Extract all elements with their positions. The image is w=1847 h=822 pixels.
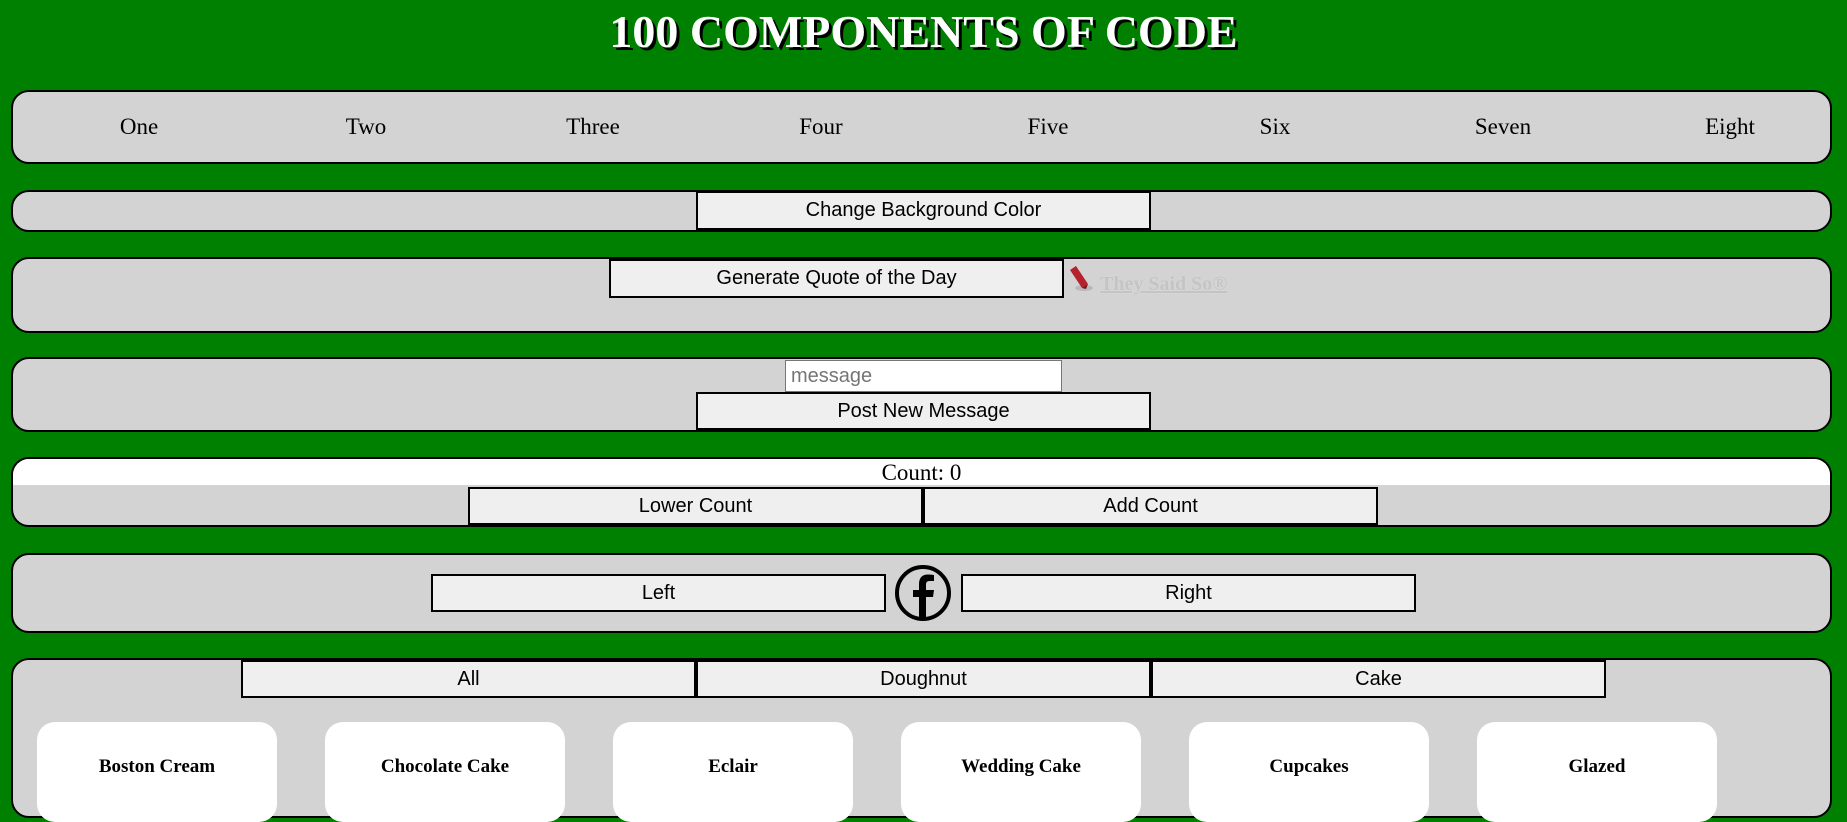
product-card: Boston Cream	[37, 722, 277, 822]
nav-item-one[interactable]: One	[49, 92, 229, 162]
lower-count-button[interactable]: Lower Count	[468, 487, 923, 525]
right-button[interactable]: Right	[961, 574, 1416, 612]
message-input[interactable]	[785, 360, 1062, 392]
product-card-title: Cupcakes	[1269, 756, 1349, 777]
filter-doughnut-button[interactable]: Doughnut	[696, 660, 1151, 698]
count-display: Count: 0	[13, 459, 1830, 485]
page-title: 100 COMPONENTS OF CODE	[609, 6, 1238, 57]
they-said-so-link[interactable]: They Said So®	[1100, 273, 1227, 296]
product-card: Glazed	[1477, 722, 1717, 822]
post-message-button[interactable]: Post New Message	[696, 392, 1151, 430]
change-background-color-button[interactable]: Change Background Color	[696, 191, 1151, 230]
product-card-title: Boston Cream	[98, 756, 216, 777]
nav-item-five[interactable]: Five	[958, 92, 1138, 162]
filter-cake-button[interactable]: Cake	[1151, 660, 1606, 698]
left-button[interactable]: Left	[431, 574, 886, 612]
filter-all-button[interactable]: All	[241, 660, 696, 698]
nav-bar: One Two Three Four Five Six Seven Eight	[11, 90, 1832, 164]
nav-item-six[interactable]: Six	[1185, 92, 1365, 162]
product-card-title: Eclair	[708, 756, 758, 777]
product-card: Eclair	[613, 722, 853, 822]
add-count-button[interactable]: Add Count	[923, 487, 1378, 525]
they-said-so-logo-icon[interactable]	[1066, 264, 1094, 294]
nav-item-eight[interactable]: Eight	[1640, 92, 1820, 162]
facebook-icon	[895, 565, 951, 621]
nav-item-seven[interactable]: Seven	[1413, 92, 1593, 162]
product-card: Wedding Cake	[901, 722, 1141, 822]
product-card-title: Wedding Cake	[961, 756, 1081, 777]
product-card: Cupcakes	[1189, 722, 1429, 822]
product-card-title: Chocolate Cake	[380, 756, 510, 777]
product-card: Chocolate Cake	[325, 722, 565, 822]
nav-item-two[interactable]: Two	[276, 92, 456, 162]
nav-item-three[interactable]: Three	[503, 92, 683, 162]
product-card-title: Glazed	[1568, 756, 1626, 777]
generate-quote-button[interactable]: Generate Quote of the Day	[609, 259, 1064, 298]
nav-item-four[interactable]: Four	[731, 92, 911, 162]
